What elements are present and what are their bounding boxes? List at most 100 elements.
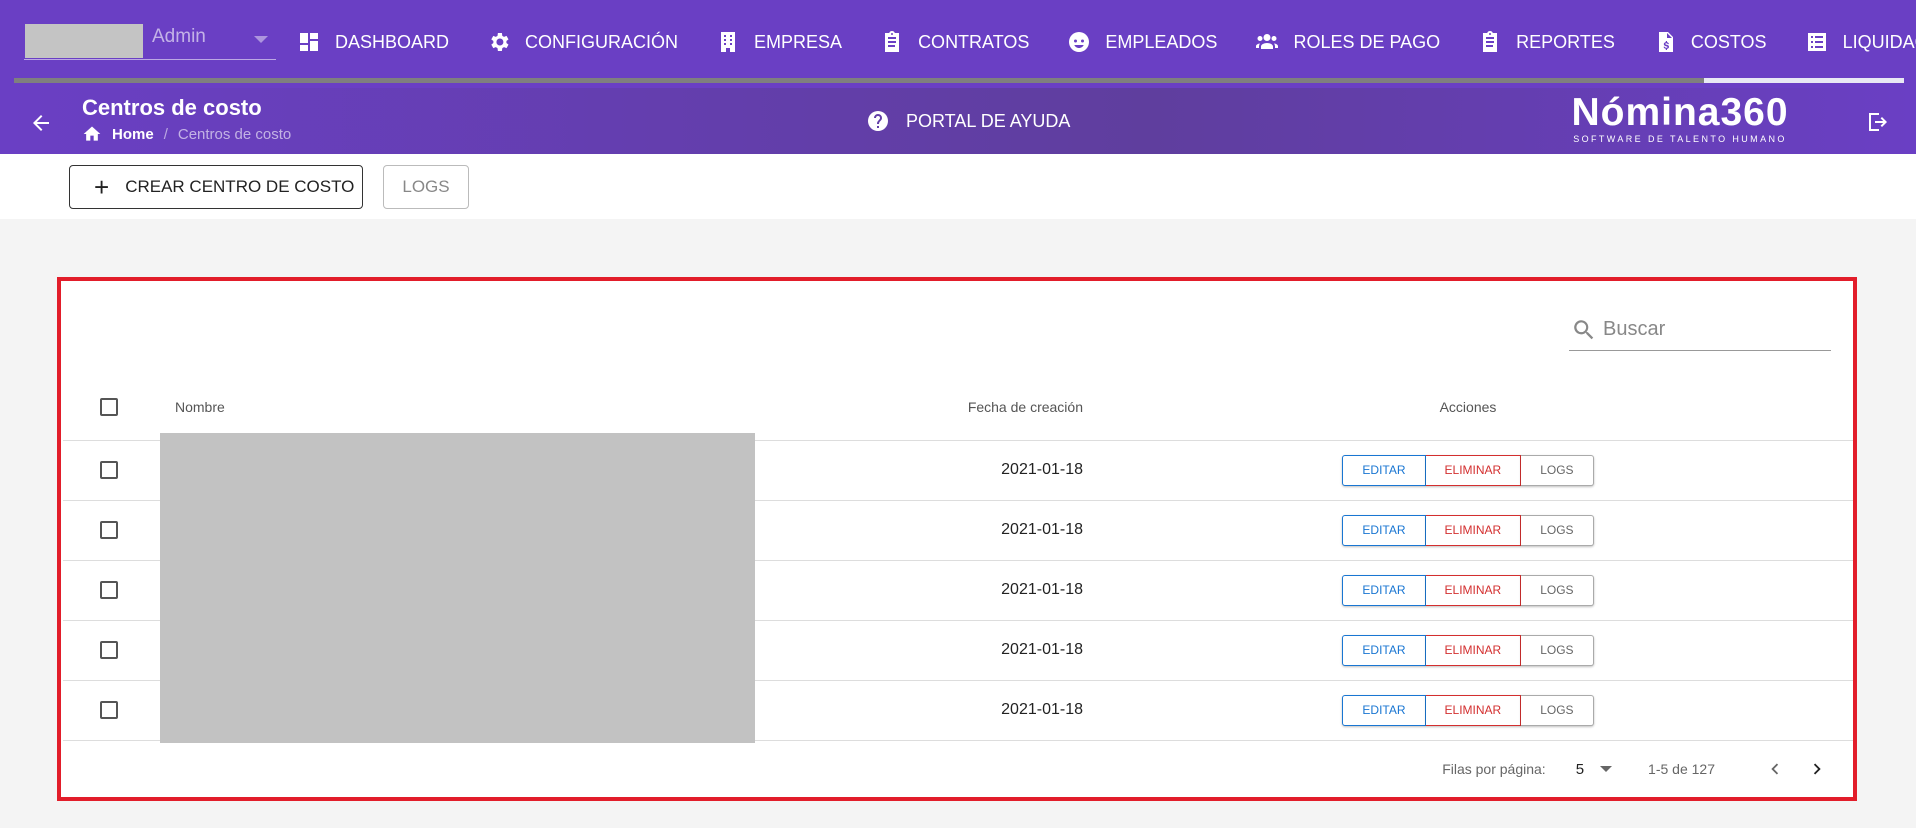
previous-page-button[interactable] bbox=[1757, 751, 1793, 787]
dashboard-icon bbox=[300, 33, 318, 51]
row-checkbox[interactable] bbox=[100, 520, 118, 539]
edit-button[interactable]: EDITAR bbox=[1342, 634, 1426, 666]
row-date: 2021-01-18 bbox=[737, 680, 1083, 741]
row-select-cell bbox=[63, 500, 155, 561]
loading-bar-fill bbox=[1704, 78, 1904, 83]
caret-down-icon bbox=[254, 36, 268, 43]
nav-item-empresa[interactable]: EMPRESA bbox=[697, 22, 861, 62]
nav-item-empleados[interactable]: EMPLEADOS bbox=[1048, 22, 1236, 62]
row-action-group: EDITAR ELIMINAR LOGS bbox=[1342, 454, 1594, 486]
nav-item-label: LIQUIDACIONES bbox=[1842, 31, 1916, 52]
row-select-cell bbox=[63, 440, 155, 501]
row-checkbox[interactable] bbox=[100, 700, 118, 719]
nav-item-reportes[interactable]: REPORTES bbox=[1459, 22, 1634, 62]
nav-item-roles-de-pago[interactable]: ROLES DE PAGO bbox=[1236, 22, 1459, 62]
arrow-left-icon bbox=[33, 115, 49, 131]
edit-button[interactable]: EDITAR bbox=[1342, 514, 1426, 546]
clipboard-icon bbox=[1483, 31, 1498, 52]
row-actions: EDITAR ELIMINAR LOGS bbox=[1083, 560, 1853, 621]
row-checkbox[interactable] bbox=[100, 460, 118, 479]
row-logs-button[interactable]: LOGS bbox=[1521, 694, 1594, 726]
breadcrumb-separator: / bbox=[163, 125, 168, 143]
row-checkbox[interactable] bbox=[100, 580, 118, 599]
company-select[interactable]: Admin bbox=[24, 22, 276, 60]
rows-per-page-select[interactable]: 5 bbox=[1576, 761, 1613, 778]
create-cost-center-button[interactable]: + CREAR CENTRO DE COSTO bbox=[69, 165, 363, 209]
plus-icon: + bbox=[94, 172, 110, 202]
building-icon bbox=[721, 32, 736, 52]
logout-button[interactable] bbox=[1864, 108, 1892, 136]
select-all-checkbox[interactable] bbox=[100, 397, 118, 416]
back-button[interactable] bbox=[26, 108, 56, 138]
actions-toolbar: + CREAR CENTRO DE COSTO LOGS bbox=[0, 154, 1916, 219]
nav-item-label: EMPLEADOS bbox=[1105, 31, 1218, 52]
row-logs-button[interactable]: LOGS bbox=[1521, 574, 1594, 606]
page-title: Centros de costo bbox=[82, 95, 262, 120]
company-name: Admin bbox=[152, 26, 206, 47]
edit-button[interactable]: EDITAR bbox=[1342, 574, 1426, 606]
edit-button[interactable]: EDITAR bbox=[1342, 454, 1426, 486]
nav-item-label: DASHBOARD bbox=[335, 31, 450, 52]
breadcrumb-current: Centros de costo bbox=[177, 125, 292, 143]
column-header-actions: Acciones bbox=[1083, 374, 1853, 441]
row-select-cell bbox=[63, 560, 155, 621]
row-actions: EDITAR ELIMINAR LOGS bbox=[1083, 620, 1853, 681]
search-input[interactable] bbox=[1603, 318, 1813, 341]
delete-button[interactable]: ELIMINAR bbox=[1425, 694, 1522, 726]
nav-item-configuracion[interactable]: CONFIGURACIÓN bbox=[468, 22, 697, 62]
delete-button[interactable]: ELIMINAR bbox=[1425, 454, 1522, 486]
edit-button[interactable]: EDITAR bbox=[1342, 694, 1426, 726]
row-action-group: EDITAR ELIMINAR LOGS bbox=[1342, 514, 1594, 546]
table-header-row: Nombre Fecha de creación Acciones bbox=[63, 374, 1853, 441]
nav-item-label: REPORTES bbox=[1516, 31, 1615, 52]
cost-centers-table-card: Nombre Fecha de creación Acciones 2021-0… bbox=[57, 277, 1857, 801]
pagination: Filas por página: 5 1-5 de 127 bbox=[61, 741, 1853, 797]
breadcrumb-home[interactable]: Home bbox=[112, 126, 154, 143]
row-date: 2021-01-18 bbox=[737, 620, 1083, 681]
search-box bbox=[1569, 309, 1831, 351]
next-page-button[interactable] bbox=[1799, 751, 1835, 787]
nav-item-costos[interactable]: COSTOS bbox=[1634, 22, 1786, 62]
help-portal-label: PORTAL DE AYUDA bbox=[906, 110, 1071, 131]
row-action-group: EDITAR ELIMINAR LOGS bbox=[1342, 694, 1594, 726]
brand-name: Nómina360 bbox=[1571, 91, 1789, 134]
row-logs-button[interactable]: LOGS bbox=[1521, 454, 1594, 486]
nav-item-liquidaciones[interactable]: LIQUIDACIONES bbox=[1786, 22, 1916, 62]
breadcrumb: Home / Centros de costo bbox=[82, 124, 291, 144]
column-header-name[interactable]: Nombre bbox=[155, 374, 737, 441]
nav-item-contratos[interactable]: CONTRATOS bbox=[861, 22, 1048, 62]
row-date: 2021-01-18 bbox=[737, 500, 1083, 561]
list-icon bbox=[1807, 33, 1826, 51]
column-header-date[interactable]: Fecha de creación bbox=[737, 374, 1083, 441]
logout-icon bbox=[1869, 113, 1887, 131]
row-actions: EDITAR ELIMINAR LOGS bbox=[1083, 440, 1853, 501]
row-date: 2021-01-18 bbox=[737, 440, 1083, 501]
row-select-cell bbox=[63, 620, 155, 681]
people-icon bbox=[1256, 34, 1279, 49]
nav-item-dashboard[interactable]: DASHBOARD bbox=[278, 22, 468, 62]
company-logo bbox=[25, 24, 143, 58]
delete-button[interactable]: ELIMINAR bbox=[1425, 514, 1522, 546]
caret-down-icon bbox=[1600, 766, 1613, 772]
row-select-cell bbox=[63, 680, 155, 741]
logs-button[interactable]: LOGS bbox=[383, 165, 469, 209]
nav-item-label: CONTRATOS bbox=[918, 31, 1030, 52]
brand-logo: Nómina360 SOFTWARE DE TALENTO HUMANO bbox=[1566, 92, 1794, 145]
delete-button[interactable]: ELIMINAR bbox=[1425, 634, 1522, 666]
invoice-dollar-icon bbox=[1658, 32, 1673, 52]
row-logs-button[interactable]: LOGS bbox=[1521, 514, 1594, 546]
rows-per-page-label: Filas por página: bbox=[1442, 761, 1546, 777]
row-logs-button[interactable]: LOGS bbox=[1521, 634, 1594, 666]
row-date: 2021-01-18 bbox=[737, 560, 1083, 621]
delete-button[interactable]: ELIMINAR bbox=[1425, 574, 1522, 606]
row-checkbox[interactable] bbox=[100, 640, 118, 659]
help-portal-link[interactable]: PORTAL DE AYUDA bbox=[866, 109, 1070, 133]
gear-icon bbox=[491, 33, 509, 51]
row-action-group: EDITAR ELIMINAR LOGS bbox=[1342, 574, 1594, 606]
chevron-right-icon bbox=[1813, 763, 1821, 775]
create-cost-center-label: CREAR CENTRO DE COSTO bbox=[125, 177, 355, 196]
chevron-left-icon bbox=[1771, 763, 1779, 775]
redacted-names-block bbox=[160, 433, 755, 743]
select-all-cell bbox=[63, 374, 155, 441]
row-action-group: EDITAR ELIMINAR LOGS bbox=[1342, 634, 1594, 666]
